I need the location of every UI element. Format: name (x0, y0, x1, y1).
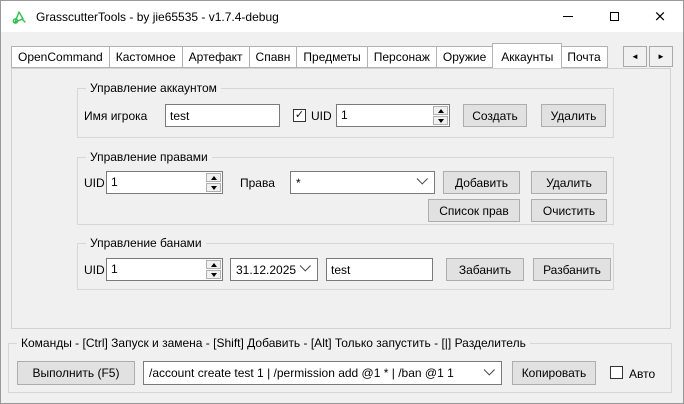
clear-permissions-button[interactable]: Очистить (531, 199, 607, 222)
permission-uid-spinner[interactable]: 1 (106, 171, 223, 194)
run-command-button[interactable]: Выполнить (F5) (17, 361, 135, 385)
uid-checkbox-label: UID (311, 109, 332, 123)
spinner-up-button[interactable] (433, 106, 448, 115)
arrow-right-icon: ► (657, 52, 665, 61)
player-name-input[interactable] (165, 104, 280, 127)
triangle-down-icon (438, 119, 444, 123)
tab-artifact[interactable]: Артефакт (183, 46, 250, 68)
ban-date-picker[interactable]: 31.12.2025 (230, 258, 318, 281)
permission-uid-label: UID (84, 176, 105, 190)
tab-accounts[interactable]: Аккаунты (492, 43, 562, 68)
minimize-button[interactable] (545, 1, 591, 32)
close-button[interactable]: × (637, 1, 683, 32)
minimize-icon (563, 16, 573, 17)
chevron-down-icon (300, 260, 311, 271)
app-icon (11, 9, 27, 25)
tab-items[interactable]: Предметы (297, 46, 367, 68)
ban-uid-spinner[interactable]: 1 (106, 258, 223, 281)
group-title: Управление аккаунтом (86, 81, 221, 95)
chevron-down-icon (417, 173, 428, 184)
permission-list-button[interactable]: Список прав (428, 199, 520, 222)
remove-permission-button[interactable]: Удалить (531, 171, 607, 194)
triangle-up-icon (438, 109, 444, 113)
arrow-left-icon: ◄ (631, 52, 639, 61)
tab-scroll-right-button[interactable]: ► (649, 46, 673, 67)
tab-strip: OpenCommand Кастомное Артефакт Спавн Пре… (11, 42, 623, 68)
permission-combobox[interactable]: * (290, 171, 435, 194)
command-combobox[interactable]: /account create test 1 | /permission add… (143, 361, 502, 385)
commands-group: Команды - [Ctrl] Запуск и замена - [Shif… (8, 343, 672, 393)
ban-reason-input[interactable] (326, 258, 433, 281)
maximize-icon (610, 12, 619, 21)
auto-checkbox[interactable] (610, 366, 623, 379)
group-title: Управление правами (86, 150, 212, 164)
command-value: /account create test 1 | /permission add… (149, 366, 482, 380)
tab-scroll-left-button[interactable]: ◄ (623, 46, 647, 67)
spinner-down-button[interactable] (206, 270, 221, 279)
tab-custom[interactable]: Кастомное (110, 46, 183, 68)
ban-uid-value: 1 (107, 259, 205, 280)
group-title: Управление банами (86, 236, 206, 250)
delete-account-button[interactable]: Удалить (541, 104, 606, 127)
tab-opencommand[interactable]: OpenCommand (11, 46, 110, 68)
ban-button[interactable]: Забанить (446, 258, 524, 281)
copy-command-button[interactable]: Копировать (512, 361, 596, 385)
triangle-down-icon (211, 186, 217, 190)
permission-label: Права (240, 176, 275, 190)
account-uid-value: 1 (337, 105, 432, 126)
account-management-group: Управление аккаунтом Имя игрока ✓ UID 1 … (77, 88, 614, 138)
triangle-up-icon (211, 176, 217, 180)
create-account-button[interactable]: Создать (463, 104, 527, 127)
maximize-button[interactable] (591, 1, 637, 32)
spinner-down-button[interactable] (433, 116, 448, 125)
app-window: GrasscutterTools - by jie65535 - v1.7.4-… (0, 0, 684, 404)
permission-value: * (296, 176, 415, 190)
triangle-up-icon (211, 263, 217, 267)
window-title: GrasscutterTools - by jie65535 - v1.7.4-… (36, 10, 279, 24)
ban-management-group: Управление банами UID 1 31.12.2025 Забан… (77, 243, 614, 290)
triangle-down-icon (211, 273, 217, 277)
uid-checkbox[interactable]: ✓ (293, 109, 306, 122)
permission-management-group: Управление правами UID 1 Права * Добавит… (77, 157, 614, 225)
check-icon: ✓ (295, 110, 304, 121)
titlebar: GrasscutterTools - by jie65535 - v1.7.4-… (1, 1, 683, 32)
tab-character[interactable]: Персонаж (368, 46, 437, 68)
permission-uid-value: 1 (107, 172, 205, 193)
add-permission-button[interactable]: Добавить (443, 171, 520, 194)
unban-button[interactable]: Разбанить (533, 258, 611, 281)
auto-checkbox-label: Авто (629, 367, 655, 381)
spinner-up-button[interactable] (206, 260, 221, 269)
ban-date-value: 31.12.2025 (236, 263, 298, 277)
tabpage-accounts: Управление аккаунтом Имя игрока ✓ UID 1 … (11, 68, 671, 329)
ban-uid-label: UID (84, 263, 105, 277)
spinner-down-button[interactable] (206, 183, 221, 192)
group-title: Команды - [Ctrl] Запуск и замена - [Shif… (17, 336, 530, 350)
close-icon: × (654, 9, 667, 24)
tab-spawn[interactable]: Спавн (250, 46, 298, 68)
tab-weapon[interactable]: Оружие (437, 46, 493, 68)
account-uid-spinner[interactable]: 1 (336, 104, 450, 127)
tab-mail[interactable]: Почта (561, 46, 607, 68)
chevron-down-icon (484, 364, 495, 375)
spinner-up-button[interactable] (206, 173, 221, 182)
player-name-label: Имя игрока (84, 109, 147, 123)
